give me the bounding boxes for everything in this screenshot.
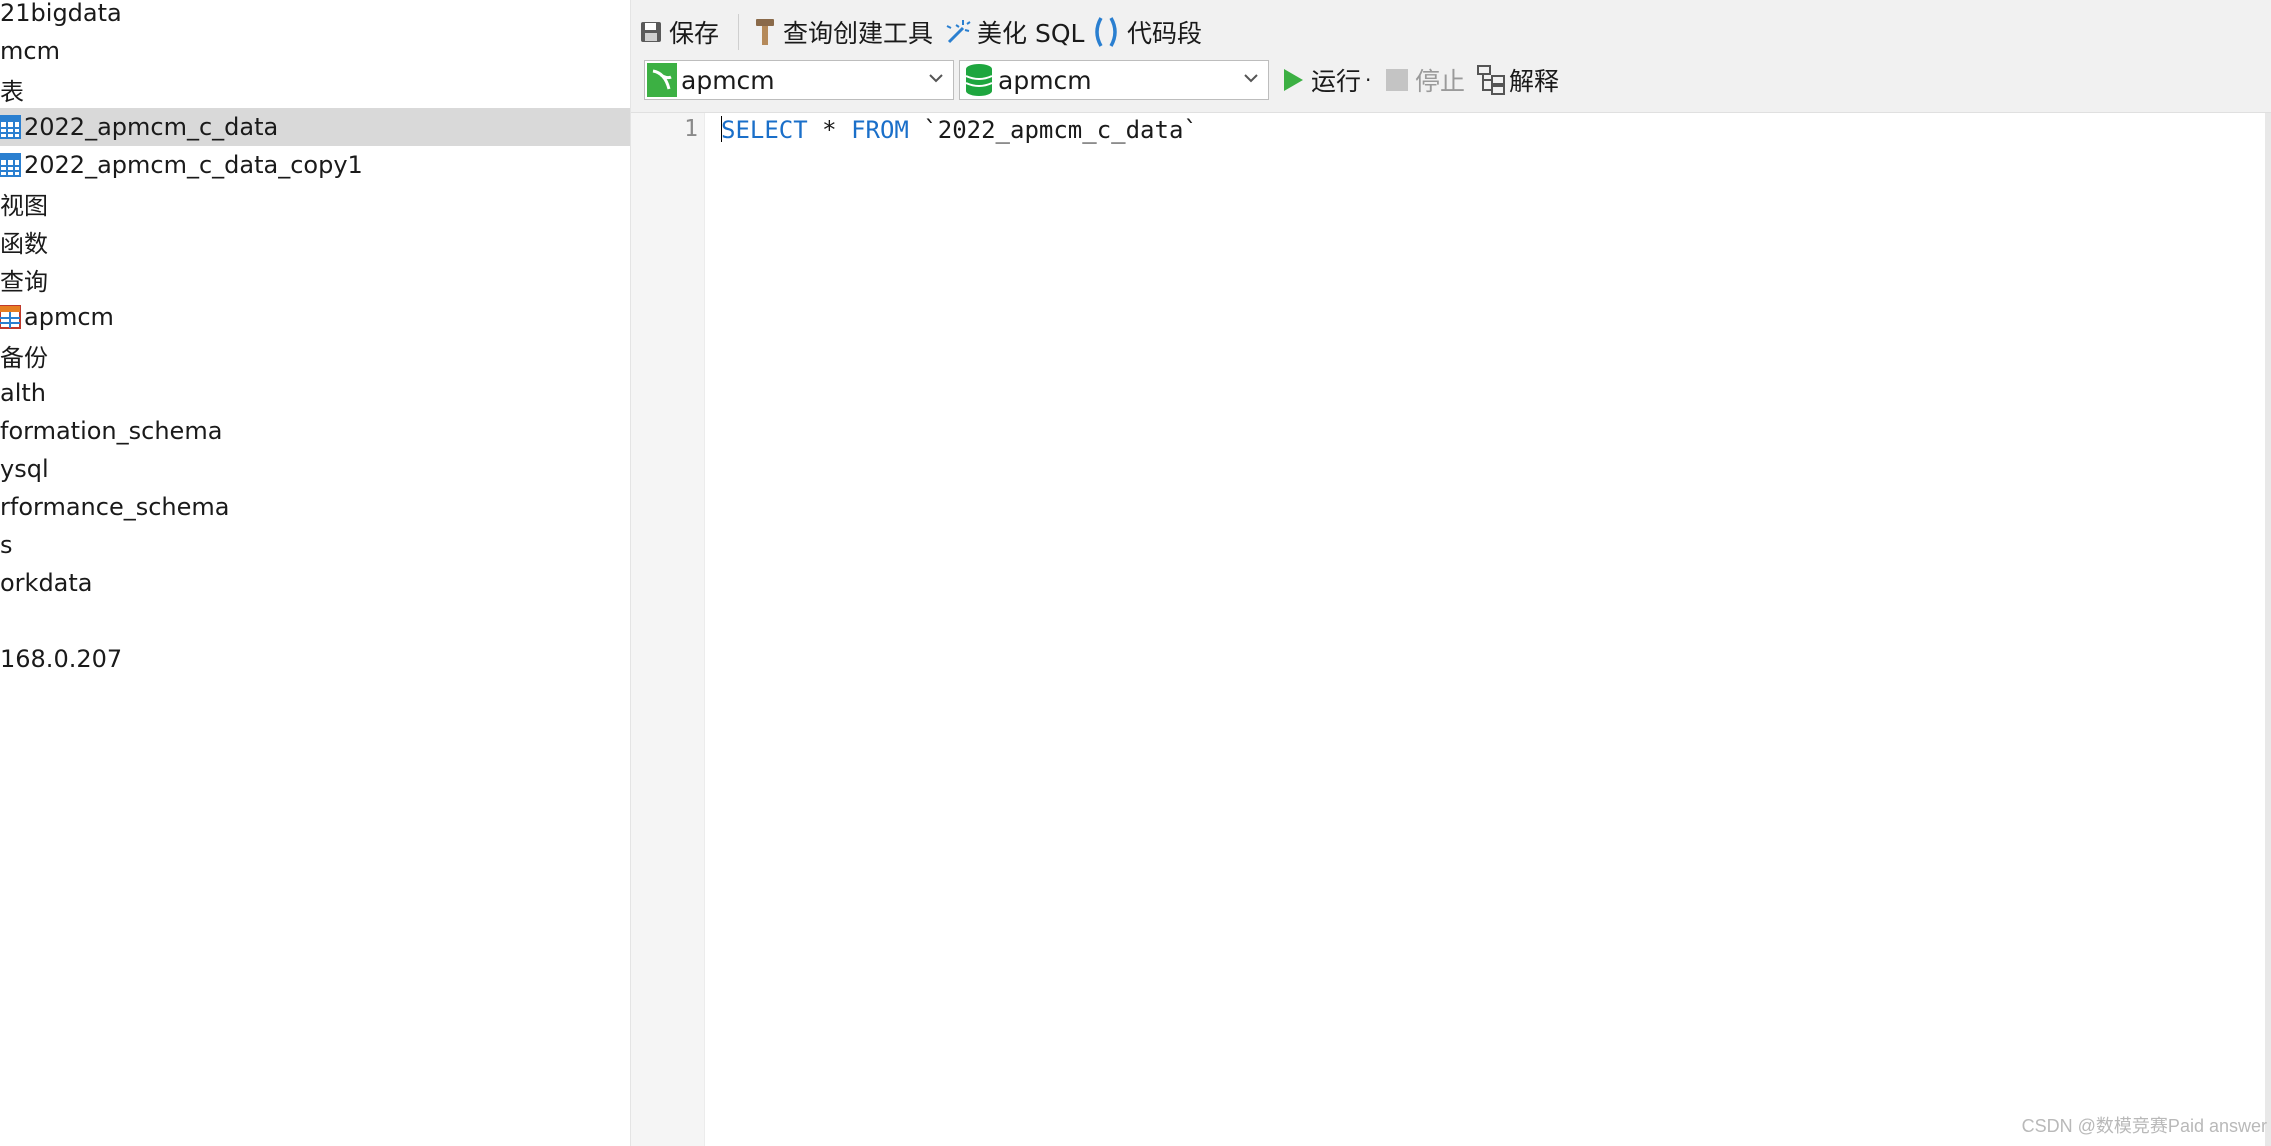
run-label: 运行 [1311,67,1362,96]
tree-item-label: 函数 [0,229,48,258]
tree-item[interactable]: s [0,526,630,564]
tree-item[interactable]: ysql [0,450,630,488]
beautify-sql-label: 美化 SQL [977,19,1085,48]
tree-item[interactable]: 视图 [0,184,630,222]
tree-item-label: orkdata [0,569,93,597]
tree-item-label: 2022_apmcm_c_data [24,113,279,141]
tree-item[interactable]: mcm [0,32,630,70]
tree-item-label: 视图 [0,191,48,220]
toolbar-divider [738,14,739,50]
line-number: 1 [684,116,698,142]
code-snippet-label: 代码段 [1127,19,1203,48]
query-icon [0,305,21,329]
table-icon [0,153,21,177]
stop-button[interactable]: 停止 [1385,60,1465,100]
tree-item-label: mcm [0,37,60,65]
tree-item[interactable]: 2022_apmcm_c_data_copy1 [0,146,630,184]
stop-icon [1386,69,1408,91]
query-builder-label: 查询创建工具 [783,19,934,48]
sql-keyword: SELECT [721,116,808,144]
explain-button[interactable]: 解释 [1477,60,1559,100]
watermark: CSDN @数模竞赛Paid answer [2021,1116,2267,1136]
mysql-connection-icon [647,63,677,97]
sql-text: `2022_apmcm_c_data` [908,116,1198,144]
magic-wand-icon [946,20,971,44]
tree-item[interactable]: 查询 [0,260,630,298]
tree-item-label: ysql [0,455,49,483]
tree-item-label: 2022_apmcm_c_data_copy1 [24,151,363,179]
stop-label: 停止 [1415,67,1466,96]
query-editor-pane: 保存 查询创建工具 美化 SQL 代码段 apmcm apmcm 运行 · 停止… [631,0,2271,1146]
connection-select[interactable]: apmcm [644,60,954,100]
sql-keyword: FROM [851,116,909,144]
tree-item-label: rformance_schema [0,493,230,521]
vertical-scrollbar[interactable] [2265,113,2271,1146]
sql-text: * [807,116,852,144]
tree-item[interactable]: alth [0,374,630,412]
query-toolbar: 保存 查询创建工具 美化 SQL 代码段 apmcm apmcm 运行 · 停止… [631,0,2271,113]
hammer-icon [756,19,774,45]
tree-item[interactable]: 168.0.207 [0,640,630,678]
connection-value: apmcm [681,65,775,95]
tree-item[interactable]: rformance_schema [0,488,630,526]
play-icon [1284,69,1303,91]
chevron-down-icon [1244,74,1258,83]
sql-editor[interactable]: SELECT * FROM `2022_apmcm_c_data` [721,116,1198,144]
parentheses-icon [1095,17,1117,47]
save-icon [641,22,661,42]
tree-item[interactable]: apmcm [0,298,630,336]
explain-icon [1477,65,1505,95]
run-options-dot[interactable]: · [1365,68,1371,92]
chevron-down-icon [929,74,943,83]
tree-item[interactable]: 21bigdata [0,0,630,32]
table-icon [0,115,21,139]
beautify-sql-button[interactable]: 美化 SQL [943,12,1084,52]
save-button[interactable]: 保存 [639,12,719,52]
tree-item[interactable]: formation_schema [0,412,630,450]
database-value: apmcm [998,65,1092,95]
tree-item[interactable]: orkdata [0,564,630,602]
tree-item-label: alth [0,379,46,407]
tree-item-label: formation_schema [0,417,223,445]
code-snippet-button[interactable]: 代码段 [1091,12,1202,52]
tree-item-label: apmcm [24,303,114,331]
tree-item[interactable]: 2022_apmcm_c_data [0,108,630,146]
database-select[interactable]: apmcm [959,60,1269,100]
tree-item[interactable]: 表 [0,70,630,108]
tree-item-label: 21bigdata [0,0,122,27]
explain-label: 解释 [1509,67,1560,96]
tree-item-label: 查询 [0,267,48,296]
database-icon [965,64,993,96]
tree-item[interactable]: 备份 [0,336,630,374]
tree-item[interactable]: 函数 [0,222,630,260]
navigation-tree[interactable]: 21bigdata mcm 表 2022_apmcm_c_data 2022_apmcm… [0,0,631,1146]
tree-item-label: 表 [0,77,24,106]
tree-item-label: 备份 [0,343,48,372]
query-builder-button[interactable]: 查询创建工具 [753,12,933,52]
line-number-gutter: 1 [631,113,705,1146]
run-button[interactable]: 运行 · [1281,60,1371,100]
code-line: SELECT * FROM `2022_apmcm_c_data` [721,116,1198,144]
tree-item-label: 168.0.207 [0,645,123,673]
save-label: 保存 [669,19,720,48]
tree-item-label: s [0,531,13,559]
